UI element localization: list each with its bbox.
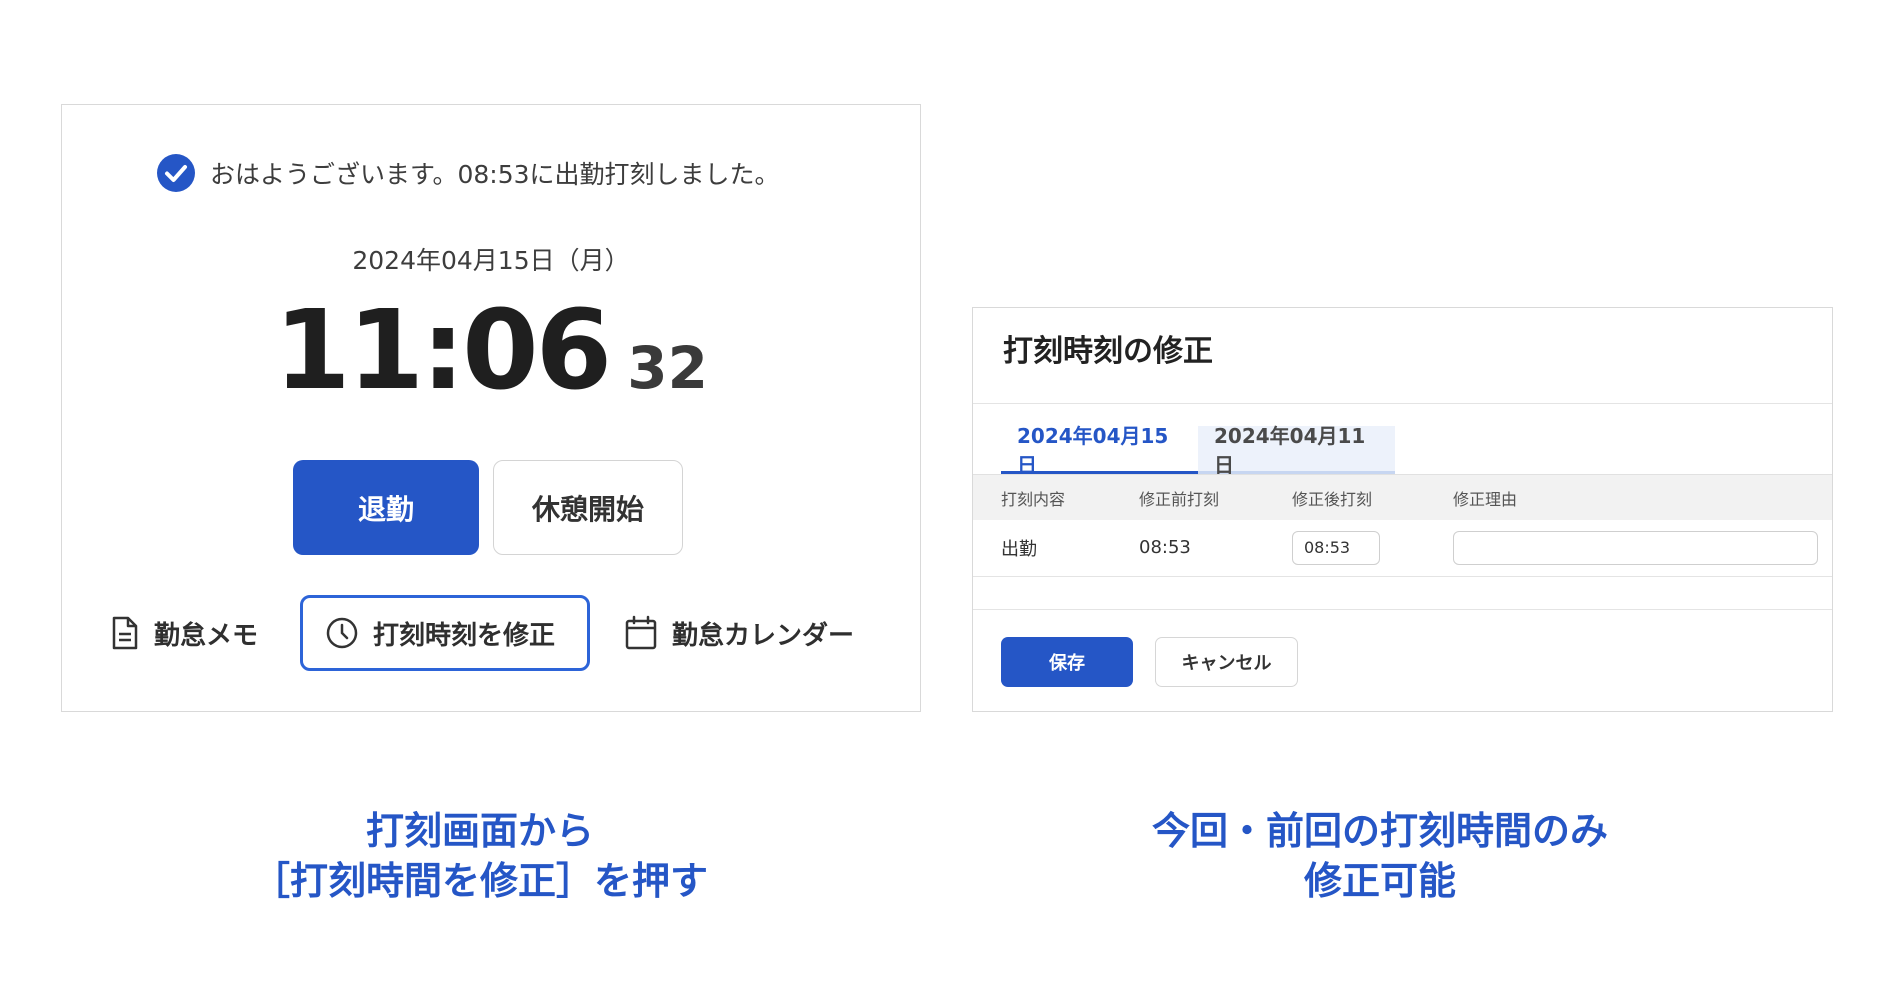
divider (973, 609, 1832, 610)
caption-left-line2: ［打刻時間を修正］を押す (251, 859, 708, 903)
after-time-cell (1292, 519, 1380, 576)
break-start-button[interactable]: 休憩開始 (493, 460, 683, 555)
fix-punch-time-link[interactable]: 打刻時刻を修正 (300, 595, 590, 671)
date-tabs: 2024年04月15日 2024年04月11日 (1001, 424, 1395, 477)
save-button[interactable]: 保存 (1001, 637, 1133, 687)
caption-right-line1: 今回・前回の打刻時間のみ (1151, 809, 1608, 853)
calendar-icon (624, 615, 658, 651)
clock-display: 11:06 32 (62, 295, 920, 405)
reason-input[interactable] (1453, 530, 1818, 565)
punch-type: 出勤 (1001, 538, 1037, 560)
leave-work-button[interactable]: 退勤 (293, 460, 479, 555)
tab-date-previous[interactable]: 2024年04月11日 (1198, 424, 1395, 477)
table-row: 出勤 08:53 (973, 519, 1832, 577)
caption-right-line2: 修正可能 (1303, 859, 1456, 903)
tab-date-current[interactable]: 2024年04月15日 (1001, 424, 1198, 477)
attendance-calendar-label: 勤怠カレンダー (672, 620, 855, 651)
check-circle-icon (156, 153, 196, 193)
attendance-memo-label: 勤怠メモ (154, 620, 259, 651)
fix-punch-time-label: 打刻時刻を修正 (373, 620, 556, 651)
column-header: 修正前打刻 (1139, 489, 1220, 509)
punch-notice: おはようございます。08:53に出勤打刻しました。 (156, 153, 780, 193)
clock-seconds: 32 (627, 334, 708, 402)
divider (973, 403, 1832, 404)
column-header: 修正理由 (1453, 489, 1518, 509)
current-date: 2024年04月15日（月） (352, 246, 630, 275)
punch-screen-panel: おはようございます。08:53に出勤打刻しました。 2024年04月15日（月）… (61, 104, 921, 712)
correction-dialog: 打刻時刻の修正 2024年04月15日 2024年04月11日 打刻内容 修正前… (972, 307, 1833, 712)
cancel-button[interactable]: キャンセル (1155, 637, 1298, 687)
reason-cell (1453, 519, 1818, 576)
caption-left: 打刻画面から ［打刻時間を修正］を押す (200, 806, 760, 906)
column-header: 修正後打刻 (1292, 489, 1373, 509)
caption-right: 今回・前回の打刻時間のみ 修正可能 (1080, 806, 1680, 906)
notice-text: おはようございます。08:53に出勤打刻しました。 (210, 160, 780, 189)
table-header: 打刻内容 修正前打刻 修正後打刻 修正理由 (973, 474, 1832, 520)
clock-hours-minutes: 11:06 (274, 286, 612, 414)
before-time: 08:53 (1139, 537, 1191, 558)
attendance-memo-link[interactable]: 勤怠メモ (110, 595, 258, 671)
caption-left-line1: 打刻画面から (365, 809, 594, 853)
after-time-input[interactable] (1292, 530, 1380, 565)
dialog-title: 打刻時刻の修正 (1003, 334, 1213, 369)
document-icon (110, 616, 140, 650)
attendance-calendar-link[interactable]: 勤怠カレンダー (624, 595, 854, 671)
column-header: 打刻内容 (1001, 489, 1066, 509)
clock-icon (325, 616, 359, 650)
